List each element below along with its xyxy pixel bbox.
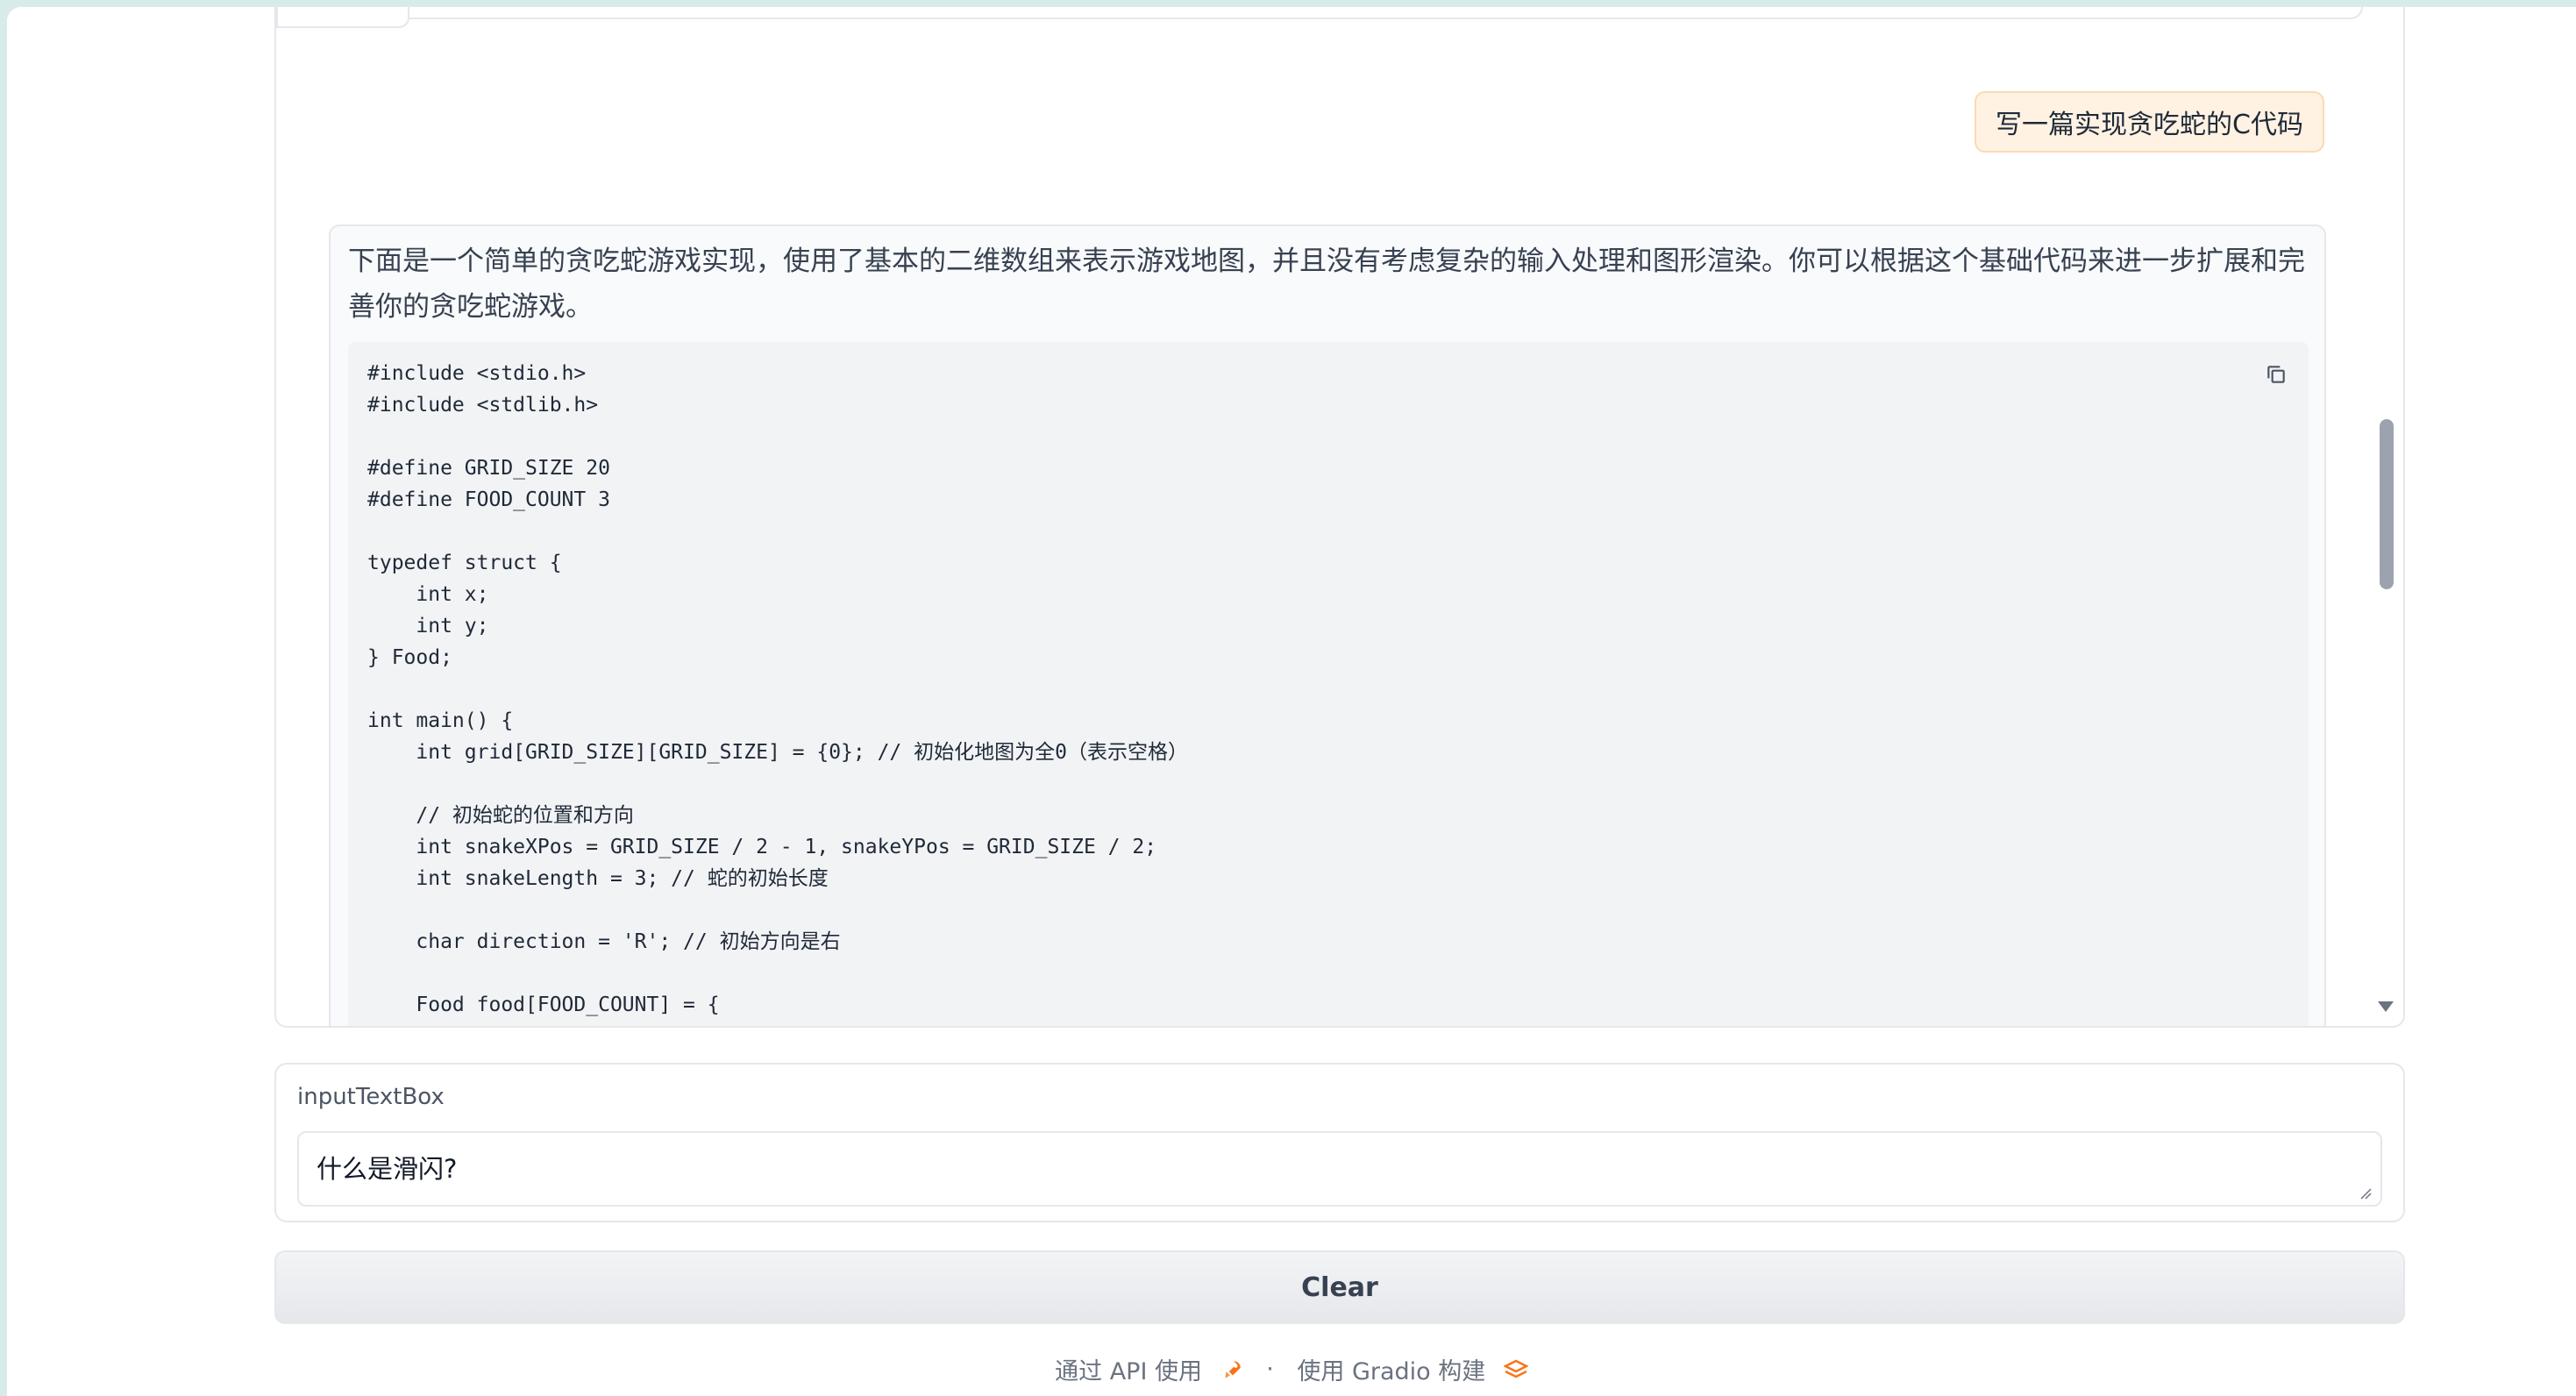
input-label: inputTextBox — [297, 1084, 445, 1110]
message-input[interactable]: 什么是滑闪? — [297, 1131, 2382, 1207]
gradio-link[interactable]: 使用 Gradio 构建 — [1297, 1355, 1528, 1385]
chatbot-panel[interactable]: 写一篇实现贪吃蛇的C代码 下面是一个简单的贪吃蛇游戏实现，使用了基本的二维数组来… — [274, 7, 2405, 1028]
api-link[interactable]: 通过 API 使用 — [1055, 1355, 1250, 1385]
user-message: 写一篇实现贪吃蛇的C代码 — [1975, 91, 2324, 153]
gradio-logo-icon — [1503, 1359, 1528, 1378]
chat-scrollbar-thumb[interactable] — [2380, 419, 2394, 589]
copy-code-button[interactable] — [2261, 360, 2291, 389]
user-message-text: 写一篇实现贪吃蛇的C代码 — [1996, 110, 2303, 140]
gradio-link-text: 使用 Gradio 构建 — [1297, 1358, 1486, 1385]
copy-icon — [2267, 366, 2285, 383]
rocket-icon — [1225, 1360, 1241, 1378]
previous-message-edge — [276, 7, 2363, 19]
footer-separator: · — [1266, 1356, 1274, 1383]
clear-button[interactable]: Clear — [274, 1250, 2405, 1324]
code-content: #include <stdio.h> #include <stdlib.h> #… — [367, 362, 1188, 1026]
previous-message-tab — [276, 7, 409, 28]
scroll-down-arrow-icon[interactable] — [2378, 1001, 2394, 1012]
bot-message: 下面是一个简单的贪吃蛇游戏实现，使用了基本的二维数组来表示游戏地图，并且没有考虑… — [329, 224, 2326, 1026]
resize-handle-icon[interactable] — [2359, 1187, 2372, 1200]
code-block: #include <stdio.h> #include <stdlib.h> #… — [348, 342, 2309, 1026]
api-link-text: 通过 API 使用 — [1055, 1358, 1202, 1385]
input-panel: inputTextBox 什么是滑闪? — [274, 1063, 2405, 1222]
app-container: 写一篇实现贪吃蛇的C代码 下面是一个简单的贪吃蛇游戏实现，使用了基本的二维数组来… — [7, 7, 2576, 1396]
bot-message-intro: 下面是一个简单的贪吃蛇游戏实现，使用了基本的二维数组来表示游戏地图，并且没有考虑… — [348, 246, 2305, 323]
footer: 通过 API 使用 · 使用 Gradio 构建 — [7, 1352, 2576, 1386]
